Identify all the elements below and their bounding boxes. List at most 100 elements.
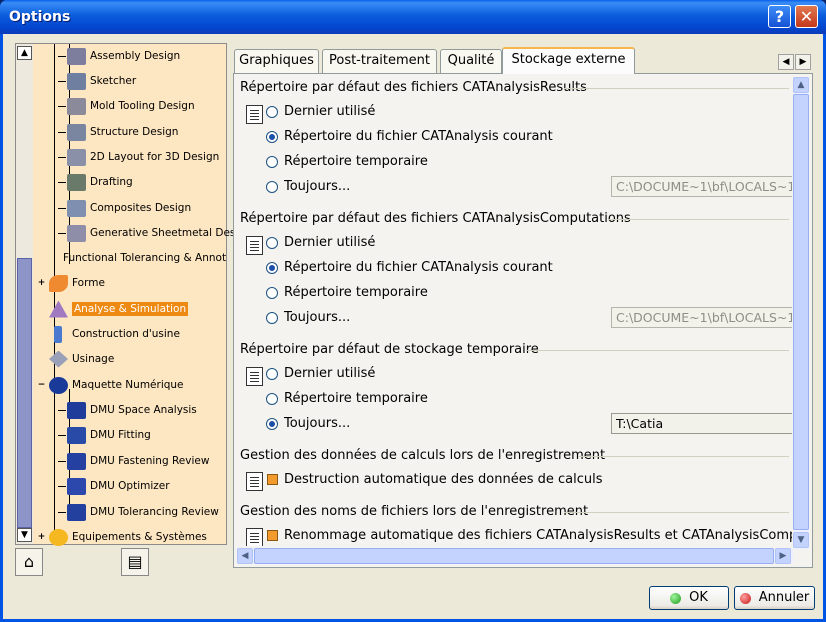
expand-toggle-icon[interactable]: + [36, 532, 47, 543]
tree-item-dmu-space-analysis[interactable]: DMU Space Analysis [58, 399, 197, 421]
tree-item-dmu-optimizer[interactable]: DMU Optimizer [58, 475, 170, 497]
radio-button[interactable] [266, 105, 278, 118]
document-icon [246, 236, 263, 255]
radio-button-selected[interactable] [266, 417, 278, 430]
document-icon [246, 528, 263, 546]
tree-item-dmu-fitting[interactable]: DMU Fitting [58, 424, 151, 446]
checkbox-destroy-computation-data[interactable]: Destruction automatique des données de c… [267, 472, 602, 487]
computations-path-field[interactable]: C:\DOCUME~1\bf\LOCALS~1\Temp [611, 307, 792, 328]
checkbox-checked[interactable] [267, 530, 278, 541]
tab-content-panel: Répertoire par défaut des fichiers CATAn… [233, 73, 813, 568]
tree-item-sheetmetal[interactable]: Generative Sheetmetal Design [58, 222, 252, 244]
radio-computations-last-used[interactable]: Dernier utilisé [266, 235, 375, 250]
tree-item-usinage[interactable]: Usinage [49, 348, 114, 370]
collapse-toggle-icon[interactable]: − [36, 380, 47, 391]
tree-item-sketcher[interactable]: Sketcher [58, 70, 136, 92]
tree-scroll-up-button[interactable]: ▲ [17, 46, 32, 60]
radio-button-selected[interactable] [266, 261, 278, 274]
section-divider [608, 219, 789, 220]
scroll-up-icon[interactable]: ▲ [793, 77, 809, 93]
help-button[interactable]: ? [768, 5, 791, 28]
tree-item-forme[interactable]: Forme [49, 272, 105, 294]
section-title-computation-data: Gestion des données de calculs lors de l… [240, 448, 606, 463]
content-hscroll-thumb[interactable] [254, 548, 774, 564]
dmu-icon [49, 376, 68, 394]
sheetmetal-icon [67, 224, 86, 242]
tree-scroll-thumb[interactable] [17, 258, 32, 528]
radio-computations-always[interactable]: Toujours... [266, 310, 350, 325]
radio-results-always[interactable]: Toujours... [266, 179, 350, 194]
mold-icon [67, 97, 86, 115]
tree-item-analyse-simulation[interactable]: Analyse & Simulation [49, 298, 189, 320]
tree-item-composites[interactable]: Composites Design [58, 197, 191, 219]
scroll-left-icon[interactable]: ◀ [237, 548, 253, 564]
radio-results-current-file[interactable]: Répertoire du fichier CATAnalysis couran… [266, 129, 553, 144]
tree-item-drafting[interactable]: Drafting [58, 171, 133, 193]
section-title-computations: Répertoire par défaut des fichiers CATAn… [240, 211, 631, 226]
tab-scroll-right-icon[interactable]: ▶ [795, 54, 811, 70]
tab-graphiques[interactable]: Graphiques [234, 49, 319, 73]
equipment-icon [49, 528, 68, 546]
document-icon [246, 367, 263, 386]
content-vertical-scrollbar[interactable]: ▲ ▼ [793, 77, 809, 549]
radio-button-selected[interactable] [266, 130, 278, 143]
expand-toggle-icon[interactable]: + [36, 278, 47, 289]
radio-button[interactable] [266, 236, 278, 249]
radio-button[interactable] [266, 392, 278, 405]
ok-button[interactable]: OK [649, 586, 729, 610]
tab-qualite[interactable]: Qualité [440, 49, 502, 73]
export-options-icon[interactable]: ▤ [121, 548, 149, 576]
tree-item-mold-tooling[interactable]: Mold Tooling Design [58, 95, 195, 117]
radio-computations-current-file[interactable]: Répertoire du fichier CATAnalysis couran… [266, 260, 553, 275]
plant-icon [54, 325, 62, 343]
radio-button[interactable] [266, 180, 278, 193]
composites-icon [67, 199, 86, 217]
radio-button[interactable] [266, 286, 278, 299]
tree-item-functional-tolerancing[interactable]: Functional Tolerancing & Annotation [58, 247, 226, 269]
checkbox-checked[interactable] [267, 474, 278, 485]
tab-scroll-left-icon[interactable]: ◀ [778, 54, 794, 70]
radio-temp-always[interactable]: Toujours... [266, 416, 350, 431]
tree-item-2d-layout[interactable]: 2D Layout for 3D Design [58, 146, 219, 168]
tree-item-maquette-numerique[interactable]: Maquette Numérique [49, 374, 184, 396]
radio-button[interactable] [266, 311, 278, 324]
tree-item-dmu-tolerancing-review[interactable]: DMU Tolerancing Review [58, 501, 219, 523]
scroll-down-icon[interactable]: ▼ [793, 532, 809, 548]
radio-button[interactable] [266, 367, 278, 380]
tab-post-traitement[interactable]: Post-traitement [322, 49, 437, 73]
tree-item-dmu-fastening-review[interactable]: DMU Fastening Review [58, 450, 209, 472]
tab-stockage-externe[interactable]: Stockage externe [502, 47, 635, 74]
dmu-fastening-icon [67, 452, 86, 470]
title-bar[interactable]: Options ? ✕ [0, 0, 826, 34]
tree-item-construction-usine[interactable]: Construction d'usine [49, 323, 180, 345]
reset-options-icon[interactable]: ⌂ [15, 548, 43, 576]
checkbox-rename-files[interactable]: Renommage automatique des fichiers CATAn… [267, 528, 792, 543]
structure-icon [67, 123, 86, 141]
cancel-button[interactable]: Annuler [734, 586, 815, 610]
sketcher-icon [67, 72, 86, 90]
tree-scrollbar[interactable]: ▲ ▼ [16, 44, 33, 544]
tree-item-equipements[interactable]: Equipements & Systèmes [49, 526, 207, 548]
close-button[interactable]: ✕ [795, 5, 818, 28]
content-scroll-thumb[interactable] [793, 94, 809, 530]
dmu-tolerancing-icon [67, 503, 86, 521]
content-horizontal-scrollbar[interactable]: ◀ ▶ [237, 548, 793, 564]
temp-storage-path-field[interactable]: T:\Catia [611, 413, 792, 434]
scroll-right-icon[interactable]: ▶ [775, 548, 791, 564]
radio-button[interactable] [266, 155, 278, 168]
tree-item-assembly-design[interactable]: Assembly Design [58, 45, 180, 67]
radio-results-last-used[interactable]: Dernier utilisé [266, 104, 375, 119]
section-divider [578, 456, 789, 457]
section-divider [564, 88, 789, 89]
radio-computations-temp[interactable]: Répertoire temporaire [266, 285, 428, 300]
radio-temp-temp[interactable]: Répertoire temporaire [266, 391, 428, 406]
cancel-red-dot-icon [739, 592, 751, 604]
tree-scroll-down-button[interactable]: ▼ [17, 528, 32, 542]
results-path-field[interactable]: C:\DOCUME~1\bf\LOCALS~1\Temp [611, 176, 792, 197]
options-tree: ▲ ▼ Assembly Design Sketcher Mold Toolin… [15, 43, 252, 548]
section-title-file-names: Gestion des noms de fichiers lors de l'e… [240, 504, 589, 519]
dmu-fitting-icon [67, 426, 86, 444]
tree-item-structure-design[interactable]: Structure Design [58, 121, 178, 143]
radio-results-temp[interactable]: Répertoire temporaire [266, 154, 428, 169]
radio-temp-last-used[interactable]: Dernier utilisé [266, 366, 375, 381]
